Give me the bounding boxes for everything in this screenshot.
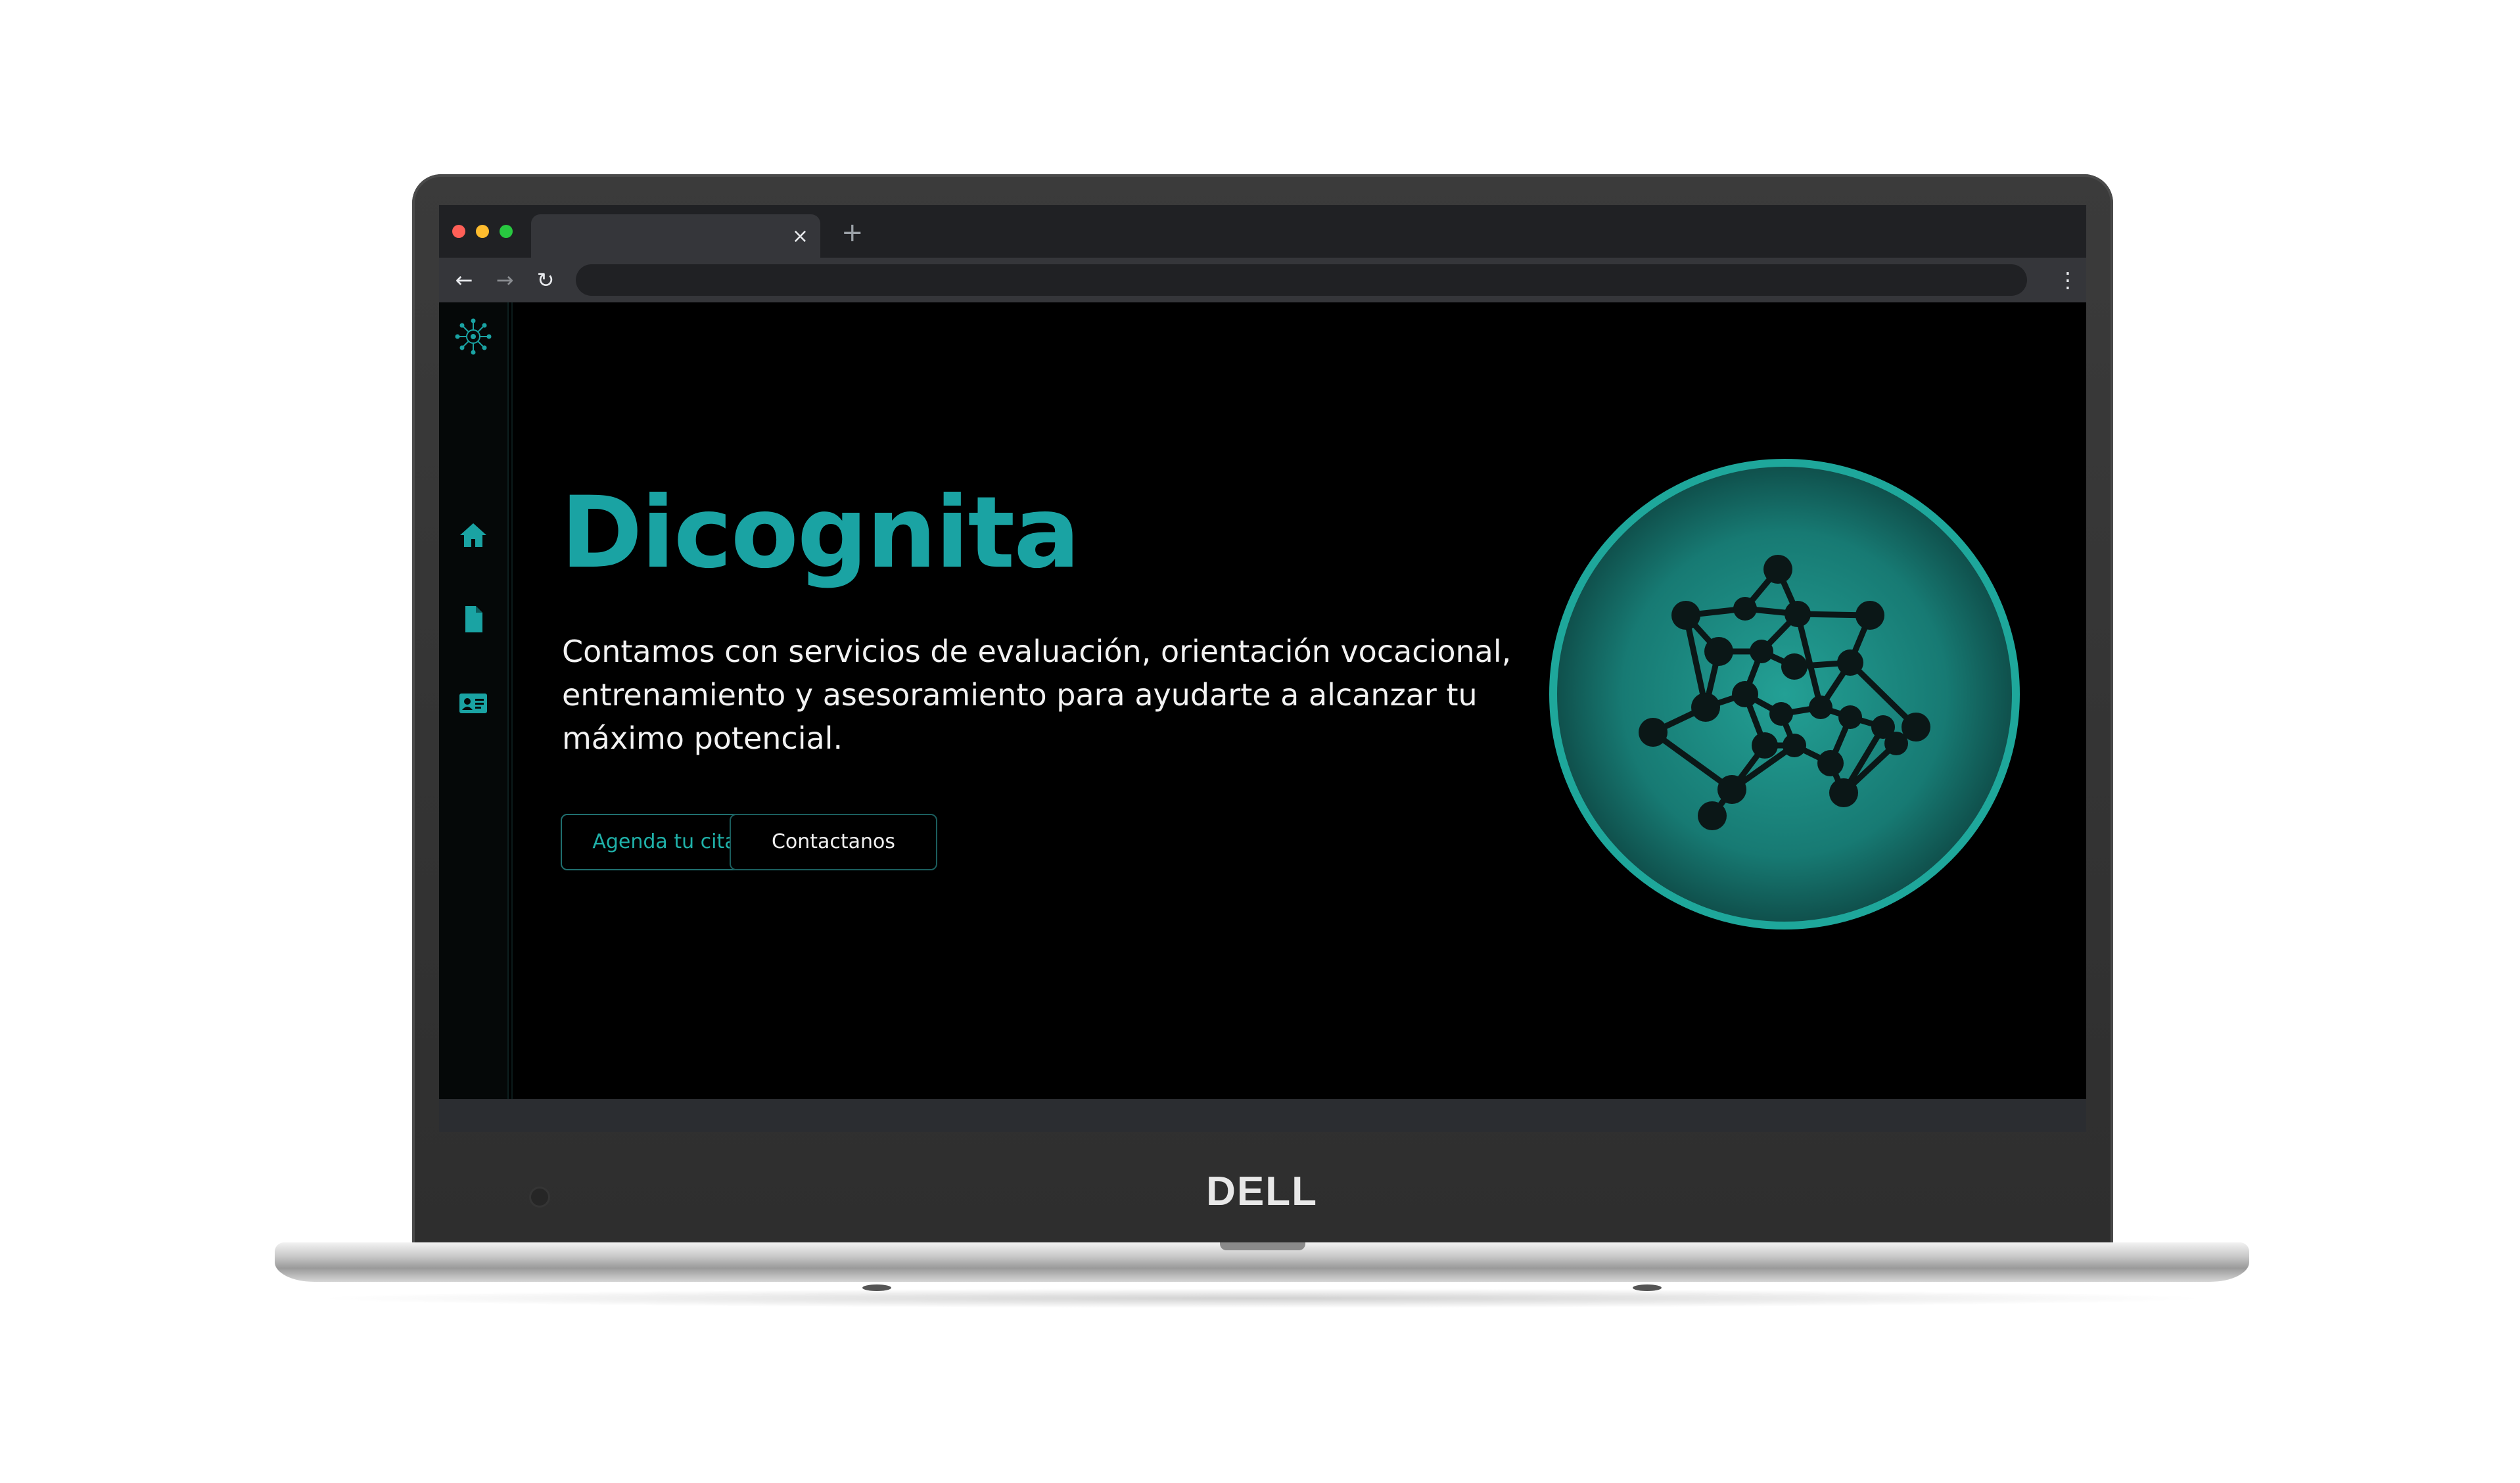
dell-logo: DELL bbox=[1206, 1169, 1318, 1214]
browser-tab[interactable]: × bbox=[531, 214, 820, 258]
browser-window: × + ← → ↻ ⋮ Dicognita Contamos con servi… bbox=[439, 205, 2086, 1099]
hero-description: Contamos con servicios de evaluación, or… bbox=[562, 634, 1512, 756]
maximize-window-dot[interactable] bbox=[500, 225, 513, 238]
new-tab-button[interactable]: + bbox=[841, 218, 864, 247]
minimize-window-dot[interactable] bbox=[476, 225, 489, 238]
home-icon[interactable] bbox=[457, 519, 489, 551]
address-bar[interactable] bbox=[576, 264, 2027, 296]
reload-icon[interactable]: ↻ bbox=[532, 267, 559, 293]
document-icon[interactable] bbox=[457, 603, 489, 635]
lid-notch bbox=[1220, 1242, 1305, 1250]
page-title: Dicognita bbox=[561, 476, 1080, 590]
contact-card-icon[interactable] bbox=[457, 688, 489, 719]
laptop-shadow bbox=[309, 1288, 2215, 1308]
molecule-network-icon bbox=[1549, 459, 2020, 930]
screen-bottom-bar bbox=[439, 1099, 2086, 1132]
tab-close-icon[interactable]: × bbox=[792, 224, 808, 250]
contact-button[interactable]: Contactanos bbox=[730, 814, 937, 870]
tab-bar: × + bbox=[439, 205, 2086, 258]
browser-menu-icon[interactable]: ⋮ bbox=[2057, 267, 2078, 293]
forward-arrow-icon[interactable]: → bbox=[492, 267, 518, 293]
browser-toolbar: ← → ↻ ⋮ bbox=[439, 258, 2086, 302]
back-arrow-icon[interactable]: ← bbox=[451, 267, 477, 293]
webcam-icon bbox=[531, 1189, 548, 1206]
close-window-dot[interactable] bbox=[452, 225, 465, 238]
sidebar bbox=[439, 302, 509, 1099]
neural-network-icon[interactable] bbox=[454, 317, 493, 356]
web-page: Dicognita Contamos con servicios de eval… bbox=[439, 302, 2086, 1099]
hero-section: Dicognita Contamos con servicios de eval… bbox=[511, 302, 2086, 1099]
